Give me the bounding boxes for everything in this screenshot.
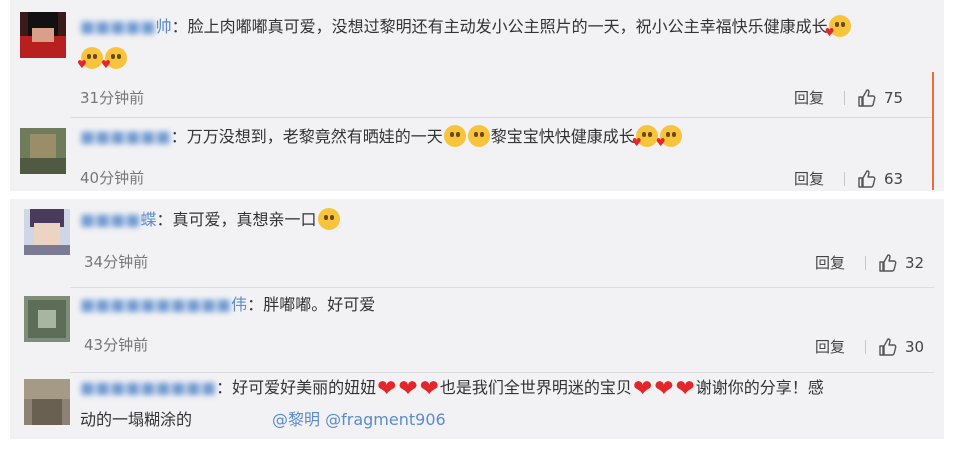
reply-button[interactable]: 回复 xyxy=(794,88,824,108)
comment-item: ■■■■■■■■■■伟：胖嘟嘟。好可爱 43分钟前 回复 30 xyxy=(10,288,944,371)
comment-text: ■■■■■■：万万没想到，老黎竟然有晒娃的一天 黎宝宝快快健康成长 ♥ ♥ xyxy=(80,122,683,152)
comment-time: 43分钟前 xyxy=(84,336,149,354)
avatar[interactable] xyxy=(24,379,70,425)
comment-emoji-line: ♥ ♥ xyxy=(77,44,128,74)
kiss-heart-emoji: ♥ xyxy=(77,47,103,70)
comment-item: ■■■■■帅：脸上肉嘟嘟真可爱，没想过黎明还有主动发小公主照片的一天，祝小公主幸… xyxy=(10,0,944,112)
red-heart-emoji: ❤ xyxy=(632,376,653,402)
comment-body: ：万万没想到，老黎竟然有晒娃的一天 xyxy=(170,127,443,146)
comment-card-2: ■■■■蝶：真可爱，真想亲一口 34分钟前 回复 32 ■■■■■■■■■■伟：… xyxy=(10,199,944,439)
mention-link[interactable]: @fragment906 xyxy=(325,410,446,429)
separator xyxy=(865,340,866,354)
scream-emoji xyxy=(443,125,466,147)
comment-body: ：胖嘟嘟。好可爱 xyxy=(247,295,376,314)
scrollbar[interactable] xyxy=(932,72,934,190)
avatar[interactable] xyxy=(20,12,66,58)
comment-time: 31分钟前 xyxy=(80,89,145,107)
reply-button[interactable]: 回复 xyxy=(815,253,845,273)
reply-button[interactable]: 回复 xyxy=(794,169,824,189)
comment-body: ：脸上肉嘟嘟真可爱，没想过黎明还有主动发小公主照片的一天，祝小公主幸福快乐健康成… xyxy=(171,17,828,36)
username[interactable]: ■■■■■■■■■ xyxy=(80,378,216,397)
separator xyxy=(844,172,845,186)
comment-item: ■■■■蝶：真可爱，真想亲一口 34分钟前 回复 32 xyxy=(10,199,944,285)
comment-body: ：好可爱好美丽的妞妞 xyxy=(216,378,377,397)
comment-body-continued: 动的一塌糊涂的 xyxy=(80,410,193,429)
comment-text: ■■■■■■■■■■伟：胖嘟嘟。好可爱 xyxy=(80,290,375,320)
avatar[interactable] xyxy=(20,128,66,174)
kiss-heart-emoji: ♥ xyxy=(101,47,127,70)
scream-emoji xyxy=(467,125,490,147)
comment-body: ：真可爱，真想亲一口 xyxy=(156,210,317,229)
comment-body-continued: 黎宝宝快快健康成长 xyxy=(490,127,635,146)
comment-time: 34分钟前 xyxy=(84,253,149,271)
comment-text: ■■■■蝶：真可爱，真想亲一口 xyxy=(80,205,341,235)
comment-text: ■■■■■■■■■：好可爱好美丽的妞妞❤❤❤也是我们全世界明迷的宝贝❤❤❤谢谢你… xyxy=(80,373,824,403)
reply-button[interactable]: 回复 xyxy=(815,337,845,357)
thumbs-up-icon[interactable] xyxy=(857,88,877,108)
like-count: 32 xyxy=(905,254,925,272)
username[interactable]: ■■■■■■■■■■ xyxy=(80,295,231,314)
kiss-heart-emoji: ♥ xyxy=(632,125,658,148)
username-suffix[interactable]: 蝶 xyxy=(140,210,156,229)
like-count: 30 xyxy=(905,338,925,356)
thumbs-up-icon[interactable] xyxy=(857,169,877,189)
mention-link[interactable]: @黎明 xyxy=(272,410,320,429)
kiss-heart-emoji: ♥ xyxy=(825,15,851,38)
username[interactable]: ■■■■ xyxy=(80,210,140,229)
username[interactable]: ■■■■■ xyxy=(80,17,156,36)
red-heart-emoji: ❤ xyxy=(377,376,397,402)
comment-item: ■■■■■■■■■：好可爱好美丽的妞妞❤❤❤也是我们全世界明迷的宝贝❤❤❤谢谢你… xyxy=(10,373,944,439)
comment-text: ■■■■■帅：脸上肉嘟嘟真可爱，没想过黎明还有主动发小公主照片的一天，祝小公主幸… xyxy=(80,12,852,42)
separator xyxy=(865,256,866,270)
username-suffix[interactable]: 伟 xyxy=(231,295,247,314)
kissing-emoji xyxy=(317,208,340,230)
red-heart-emoji: ❤ xyxy=(675,376,695,402)
comment-item: ■■■■■■：万万没想到，老黎竟然有晒娃的一天 黎宝宝快快健康成长 ♥ ♥ 40分钟前… xyxy=(10,118,944,191)
like-count: 63 xyxy=(884,170,904,188)
thumbs-up-icon[interactable] xyxy=(878,253,898,273)
like-count: 75 xyxy=(884,89,904,107)
separator xyxy=(844,91,845,105)
username[interactable]: ■■■■■■ xyxy=(80,127,171,146)
comment-body-continued: 也是我们全世界明迷的宝贝 xyxy=(439,378,632,397)
red-heart-emoji: ❤ xyxy=(419,376,439,402)
comment-body-continued: 谢谢你的分享！感 xyxy=(695,378,824,397)
red-heart-emoji: ❤ xyxy=(654,376,674,402)
avatar[interactable] xyxy=(24,296,70,342)
avatar[interactable] xyxy=(24,209,70,255)
username-suffix[interactable]: 帅 xyxy=(156,17,172,36)
thumbs-up-icon[interactable] xyxy=(878,337,898,357)
comment-time: 40分钟前 xyxy=(80,169,145,187)
red-heart-emoji: ❤ xyxy=(398,376,418,402)
comment-card-1: ■■■■■帅：脸上肉嘟嘟真可爱，没想过黎明还有主动发小公主照片的一天，祝小公主幸… xyxy=(10,0,944,191)
kiss-heart-emoji: ♥ xyxy=(656,125,682,148)
comment-text-line2: 动的一塌糊涂的 @黎明 @fragment906 xyxy=(80,405,446,435)
